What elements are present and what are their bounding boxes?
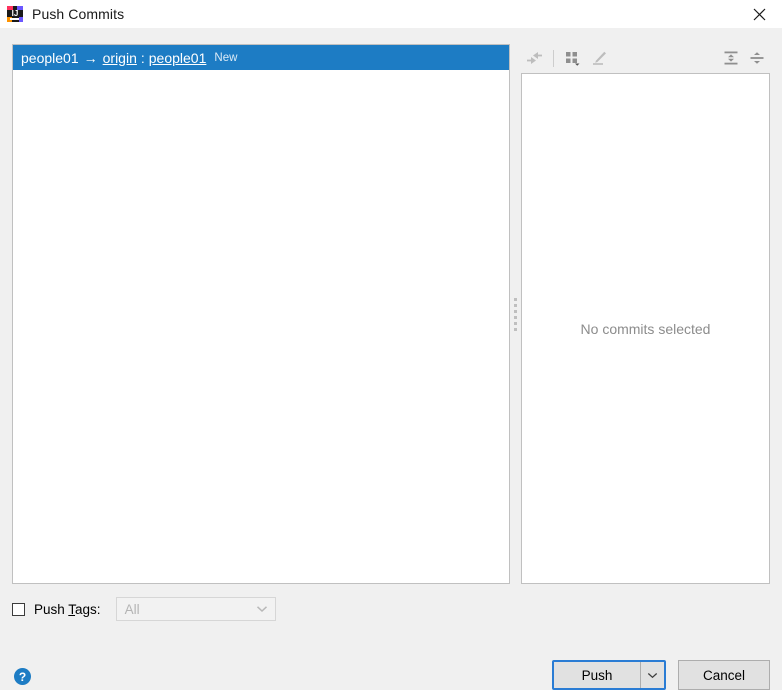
intellij-idea-logo-icon: IJ: [7, 6, 23, 22]
commit-details-panel: No commits selected: [521, 44, 770, 584]
status-badge: New: [214, 51, 238, 64]
panel-splitter[interactable]: [510, 44, 520, 584]
chevron-down-icon: [249, 605, 275, 613]
commits-list-panel[interactable]: people01 → origin : people01 New: [12, 44, 510, 584]
source-branch-label: people01: [21, 49, 79, 66]
ref-separator: :: [140, 49, 145, 66]
details-empty-area: No commits selected: [521, 73, 770, 584]
edit-pencil-icon[interactable]: [586, 46, 612, 70]
push-tags-label-prefix: Push: [34, 601, 69, 617]
details-toolbar: [521, 44, 770, 72]
remote-link[interactable]: origin: [103, 50, 137, 66]
window-title: Push Commits: [32, 6, 125, 22]
toolbar-separator: [553, 49, 554, 67]
expand-all-icon[interactable]: [718, 46, 744, 70]
push-tags-checkbox[interactable]: [12, 602, 25, 616]
target-branch-link[interactable]: people01: [149, 50, 207, 66]
group-by-icon[interactable]: [560, 46, 586, 70]
dialog-content: people01 → origin : people01 New No comm…: [0, 28, 782, 690]
push-button[interactable]: Push: [554, 662, 641, 688]
push-tags-label: Push Tags:: [34, 602, 101, 617]
collapse-arrows-icon[interactable]: [521, 46, 547, 70]
svg-text:IJ: IJ: [12, 9, 19, 18]
arrow-right-icon: →: [83, 49, 98, 66]
list-item[interactable]: people01 → origin : people01 New: [13, 45, 509, 70]
push-tags-select-value: All: [124, 601, 140, 617]
push-tags-label-suffix: ags:: [75, 601, 101, 617]
help-icon[interactable]: ?: [14, 668, 31, 685]
no-commits-selected-message: No commits selected: [580, 320, 711, 337]
collapse-all-icon[interactable]: [744, 46, 770, 70]
push-dropdown-chevron-down-icon[interactable]: [641, 662, 664, 688]
splitter-handle-dots: [513, 297, 517, 331]
window-title-bar: IJ Push Commits: [0, 0, 782, 28]
push-tags-select[interactable]: All: [115, 597, 276, 621]
push-tags-row: Push Tags: All: [12, 596, 276, 622]
close-icon[interactable]: [736, 0, 782, 28]
